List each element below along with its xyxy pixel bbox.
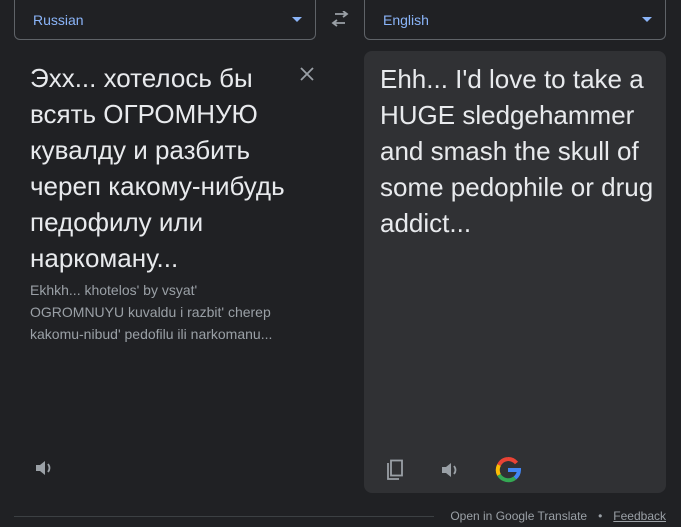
chevron-down-icon xyxy=(642,17,652,22)
source-language-label: Russian xyxy=(33,11,84,28)
clear-source-button[interactable] xyxy=(296,63,318,85)
copy-icon xyxy=(387,459,403,480)
target-language-label: English xyxy=(383,11,429,28)
close-icon xyxy=(300,67,314,81)
speaker-icon xyxy=(36,461,51,475)
google-logo[interactable] xyxy=(494,456,522,484)
google-icon xyxy=(495,457,521,483)
source-language-select[interactable]: Russian xyxy=(14,0,316,40)
listen-translation-button[interactable] xyxy=(437,456,465,484)
open-in-google-translate-link[interactable]: Open in Google Translate xyxy=(450,509,587,523)
speaker-icon xyxy=(442,463,457,477)
transliteration-text: Ekhkh... khotelos' by vsyat' OGROMNUYU k… xyxy=(30,282,273,342)
source-text-input[interactable]: Эхх... хотелось бы всять ОГРОМНУЮ кувалд… xyxy=(30,60,292,276)
swap-languages-button[interactable] xyxy=(325,6,355,32)
translation-output: Ehh... I'd love to take a HUGE sledgeham… xyxy=(380,64,654,238)
listen-source-button[interactable] xyxy=(33,456,57,480)
copy-translation-button[interactable] xyxy=(381,456,409,484)
target-language-select[interactable]: English xyxy=(364,0,666,40)
footer: Open in Google Translate • Feedback xyxy=(450,509,666,523)
chevron-down-icon xyxy=(292,17,302,22)
footer-divider xyxy=(14,516,434,517)
translation-panel: Ehh... I'd love to take a HUGE sledgeham… xyxy=(364,51,666,493)
footer-separator: • xyxy=(598,509,603,523)
swap-arrows-icon xyxy=(331,11,349,27)
feedback-link[interactable]: Feedback xyxy=(613,509,666,523)
